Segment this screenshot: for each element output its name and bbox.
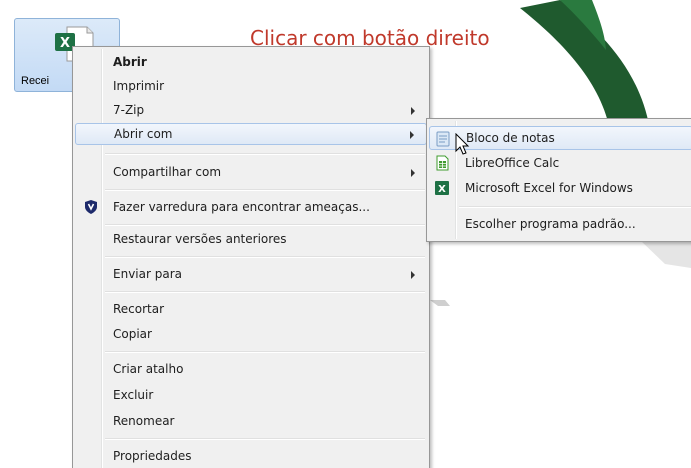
menu-item-cut[interactable]: Recortar — [75, 298, 427, 320]
menu-separator — [105, 351, 425, 353]
menu-item-label: Propriedades — [113, 449, 192, 463]
menu-item-open[interactable]: Abrir — [75, 51, 427, 73]
menu-item-restore-versions[interactable]: Restaurar versões anteriores — [75, 228, 427, 250]
menu-separator — [105, 256, 425, 258]
submenu-arrow-icon — [411, 271, 415, 279]
svg-text:X: X — [438, 184, 446, 195]
mouse-cursor-icon — [455, 133, 470, 155]
menu-item-copy[interactable]: Copiar — [75, 323, 427, 345]
menu-item-label: Renomear — [113, 414, 175, 428]
menu-separator — [105, 224, 425, 226]
menu-item-label: Copiar — [113, 327, 152, 341]
submenu-item-label: Microsoft Excel for Windows — [465, 181, 633, 195]
menu-separator — [105, 153, 425, 155]
menu-item-label: Abrir com — [114, 127, 173, 141]
menu-item-open-with[interactable]: Abrir com — [75, 123, 427, 145]
menu-item-create-shortcut[interactable]: Criar atalho — [75, 358, 427, 380]
shield-icon — [85, 200, 97, 214]
menu-item-label: Compartilhar com — [113, 165, 222, 179]
submenu-item-excel[interactable]: X Microsoft Excel for Windows — [429, 176, 691, 200]
submenu-item-label: Bloco de notas — [466, 131, 555, 145]
menu-item-label: Restaurar versões anteriores — [113, 232, 287, 246]
menu-item-label: Criar atalho — [113, 362, 184, 376]
submenu-arrow-icon — [410, 131, 414, 139]
menu-item-label: Imprimir — [113, 79, 165, 93]
submenu-item-choose-default[interactable]: Escolher programa padrão... — [429, 212, 691, 236]
desktop-file-label: Recei — [21, 75, 50, 87]
menu-item-scan-threats[interactable]: Fazer varredura para encontrar ameaças..… — [75, 196, 427, 218]
excel-icon: X — [435, 181, 449, 195]
submenu-separator — [459, 206, 691, 208]
menu-item-label: Fazer varredura para encontrar ameaças..… — [113, 200, 370, 214]
menu-item-print[interactable]: Imprimir — [75, 75, 427, 97]
libreoffice-calc-icon — [436, 155, 449, 171]
menu-item-label: 7-Zip — [113, 103, 145, 117]
menu-separator — [105, 291, 425, 293]
submenu-item-label: LibreOffice Calc — [465, 156, 560, 170]
svg-text:X: X — [60, 36, 70, 51]
menu-item-label: Excluir — [113, 388, 154, 402]
menu-item-send-to[interactable]: Enviar para — [75, 263, 427, 285]
submenu-arrow-icon — [411, 169, 415, 177]
menu-separator — [105, 438, 425, 440]
menu-item-delete[interactable]: Excluir — [75, 384, 427, 406]
notepad-icon — [436, 131, 450, 147]
submenu-arrow-icon — [411, 107, 415, 115]
submenu-item-label: Escolher programa padrão... — [465, 217, 636, 231]
menu-item-label: Abrir — [113, 55, 147, 69]
menu-item-7zip[interactable]: 7-Zip — [75, 99, 427, 121]
menu-item-label: Enviar para — [113, 267, 182, 281]
menu-item-rename[interactable]: Renomear — [75, 410, 427, 432]
context-menu: Abrir Imprimir 7-Zip Abrir com Compartil… — [72, 46, 430, 468]
menu-separator — [105, 189, 425, 191]
menu-item-label: Recortar — [113, 302, 165, 316]
menu-item-share-with[interactable]: Compartilhar com — [75, 161, 427, 183]
menu-item-properties[interactable]: Propriedades — [75, 445, 427, 467]
